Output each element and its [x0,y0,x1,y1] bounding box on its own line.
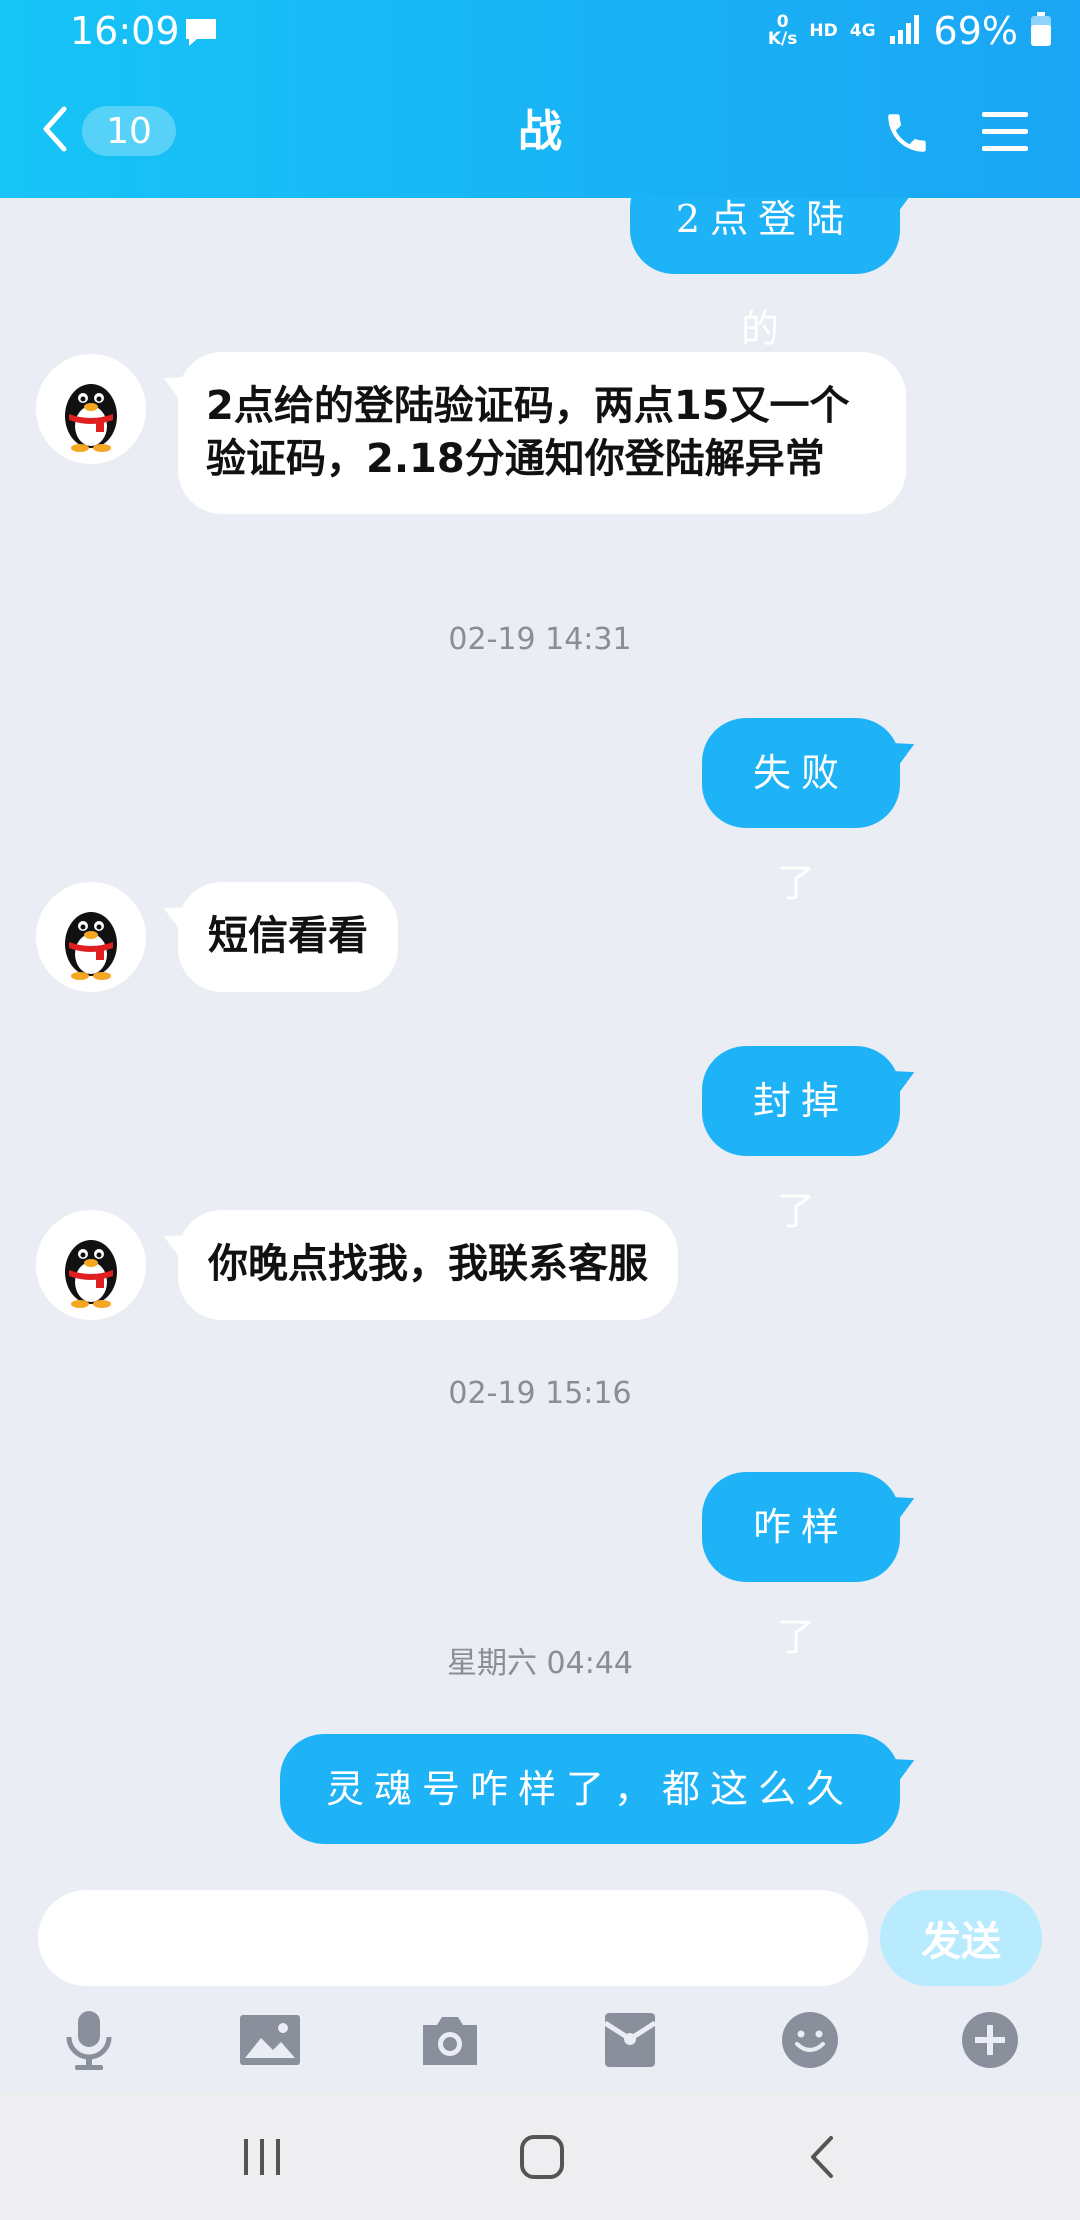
emoji-icon[interactable] [765,1995,855,2085]
menu-icon[interactable] [980,110,1030,158]
outgoing-message[interactable]: 2点登陆的 [630,198,900,351]
timestamp: 02-19 14:31 [448,622,632,657]
penguin-avatar-icon [65,384,117,452]
incoming-message[interactable]: 2点给的登陆验证码，两点15又一个验证码，2.18分通知你登陆解异常 [178,352,906,514]
chat-header: 16:09 0 K/s HD 4G 69% 10 战 [0,0,1080,198]
outgoing-message[interactable]: 封掉了 [702,1046,900,1233]
incoming-message[interactable]: 你晚点找我，我联系客服 [178,1210,678,1320]
status-right: 0 K/s HD 4G 69% [768,6,1052,56]
timestamp: 02-19 15:16 [448,1376,632,1411]
outgoing-message[interactable]: 咋样了 [702,1472,900,1659]
message-list[interactable]: 2点登陆的 2点给的登陆验证码，两点15又一个验证码，2.18分通知你登陆解异常… [0,198,1080,1878]
signal-icon [888,12,922,50]
outgoing-message[interactable]: 灵魂号咋样了，都这么久了 [280,1734,900,1878]
avatar[interactable] [36,882,146,992]
penguin-avatar-icon [65,1240,117,1308]
phone-icon[interactable] [882,108,932,162]
system-navbar [0,2092,1080,2220]
plus-icon[interactable] [945,1995,1035,2085]
timestamp: 星期六 04:44 [447,1646,633,1681]
image-icon[interactable] [225,1995,315,2085]
camera-icon[interactable] [405,1995,495,2085]
network-type: 4G [849,21,876,41]
hd-badge: HD [809,21,838,41]
microphone-icon[interactable] [44,1995,134,2085]
avatar[interactable] [36,1210,146,1320]
status-time: 16:09 [70,9,180,53]
battery-percent: 69% [933,9,1018,53]
red-packet-icon[interactable] [585,1995,675,2085]
message-input[interactable] [38,1890,868,1986]
battery-icon [1030,11,1052,51]
avatar[interactable] [36,354,146,464]
net-speed-unit: K/s [767,29,798,49]
back-icon[interactable] [782,2122,862,2192]
net-speed: 0 K/s [768,14,798,48]
input-toolbar [0,1995,1080,2085]
message-icon [183,16,219,52]
incoming-message[interactable]: 短信看看 [178,882,398,992]
home-icon[interactable] [502,2122,582,2192]
outgoing-message[interactable]: 失败了 [702,718,900,905]
recent-apps-icon[interactable] [222,2122,302,2192]
penguin-avatar-icon [65,912,117,980]
send-button[interactable]: 发送 [880,1890,1042,1986]
